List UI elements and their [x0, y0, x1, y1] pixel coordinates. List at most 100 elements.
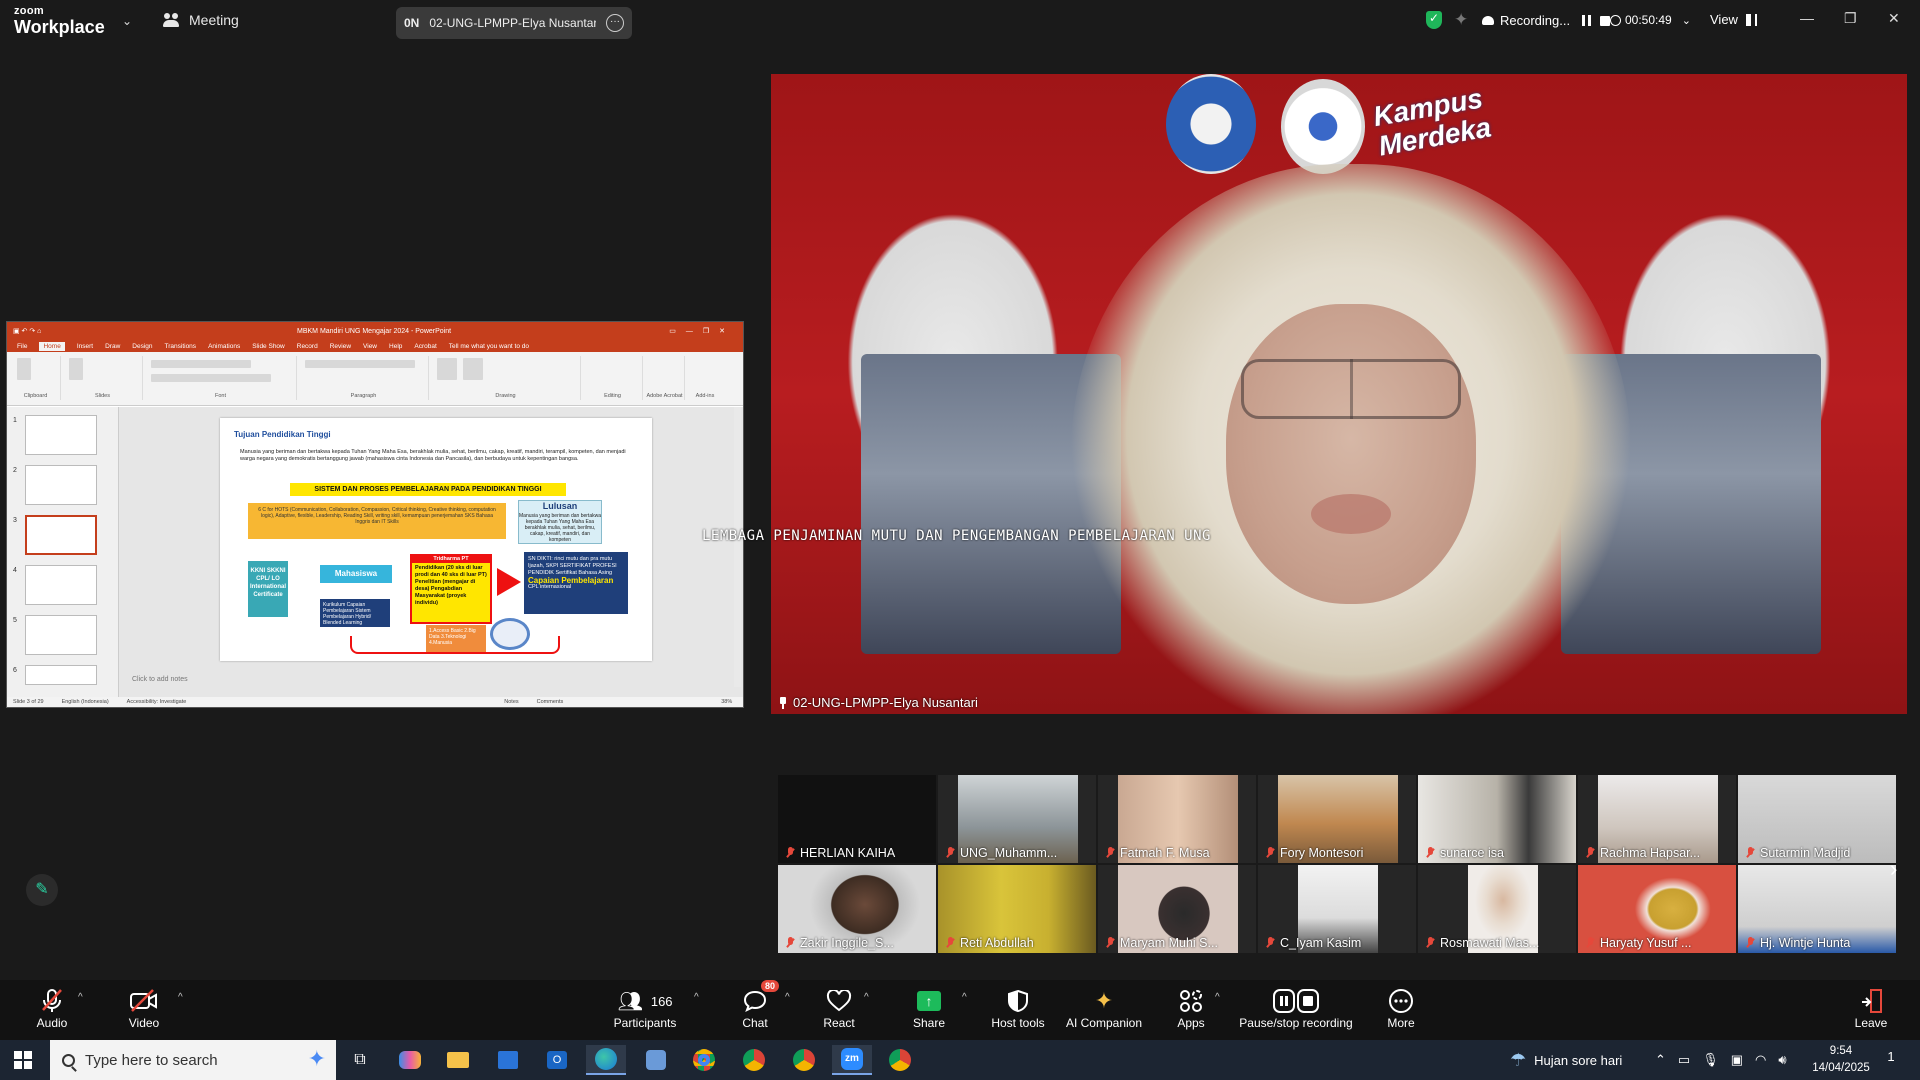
windows-start-icon[interactable] — [14, 1051, 32, 1069]
comments-toggle[interactable]: Comments — [537, 699, 564, 705]
chrome-profile-icon[interactable] — [734, 1045, 774, 1075]
apps-options-caret-icon[interactable]: ^ — [1215, 992, 1220, 1003]
zoom-app-icon[interactable]: zm — [832, 1045, 872, 1075]
ppt-tab-draw[interactable]: Draw — [105, 343, 120, 350]
slide-thumbnail[interactable] — [25, 465, 97, 505]
ppt-tab-help[interactable]: Help — [389, 343, 402, 350]
new-slide-icon[interactable] — [69, 358, 83, 380]
participant-tile[interactable]: C_Iyam Kasim — [1258, 865, 1416, 953]
notes-toggle[interactable]: Notes — [504, 699, 518, 705]
shapes-icon[interactable] — [437, 358, 457, 380]
participant-tile[interactable]: Maryam Muhi S... — [1098, 865, 1256, 953]
copilot-app-icon[interactable] — [390, 1045, 430, 1075]
slide-thumbnail[interactable] — [25, 665, 97, 685]
participant-tile[interactable]: Reti Abdullah — [938, 865, 1096, 953]
annotate-pen-icon[interactable]: ✎ — [26, 874, 58, 906]
meeting-timer[interactable]: 00:50:49 ⌄ — [1610, 13, 1691, 27]
participant-tile[interactable]: Fory Montesori — [1258, 775, 1416, 863]
restore-button[interactable]: ❐ — [1844, 10, 1857, 27]
zoom-workplace-logo[interactable]: zoom Workplace — [14, 6, 105, 37]
chrome-icon[interactable] — [684, 1045, 724, 1075]
paragraph-buttons[interactable] — [305, 360, 415, 368]
participant-tile[interactable]: Fatmah F. Musa — [1098, 775, 1256, 863]
taskbar-search-box[interactable]: Type here to search ✦ — [50, 1040, 336, 1080]
chevron-down-icon[interactable]: ⌄ — [122, 14, 132, 28]
participant-tile[interactable]: Rachma Hapsar... — [1578, 775, 1736, 863]
wifi-icon[interactable]: ◠ — [1755, 1052, 1766, 1068]
participants-button[interactable]: 👥︎ 166 Participants — [597, 986, 693, 1031]
host-tools-button[interactable]: Host tools — [970, 986, 1066, 1030]
ppt-tab-review[interactable]: Review — [330, 343, 351, 350]
ai-companion-button[interactable]: ✦ AI Companion — [1056, 986, 1152, 1030]
ppt-tab-home[interactable]: Home — [39, 341, 65, 351]
ppt-tab-animations[interactable]: Animations — [208, 343, 240, 350]
task-view-icon[interactable]: ⧉ — [340, 1045, 380, 1075]
participants-options-caret-icon[interactable]: ^ — [694, 992, 699, 1003]
ppt-tab-record[interactable]: Record — [297, 343, 318, 350]
app-pin-icon[interactable] — [636, 1045, 676, 1075]
notification-center-icon[interactable]: 1 — [1880, 1049, 1902, 1071]
active-speaker-pill[interactable]: 0N 02-UNG-LPMPP-Elya Nusantari's ··· — [396, 7, 632, 39]
more-button[interactable]: More — [1353, 986, 1449, 1030]
ppt-tab-acrobat[interactable]: Acrobat — [414, 343, 436, 350]
font-format-buttons[interactable] — [151, 374, 271, 382]
view-button[interactable]: View — [1710, 12, 1757, 27]
zoom-level[interactable]: 38% — [721, 699, 732, 705]
slide-thumbnail[interactable] — [25, 615, 97, 655]
slide-thumbnail-selected[interactable] — [25, 515, 97, 555]
pause-recording-icon[interactable] — [1582, 15, 1592, 26]
ppt-tab-transitions[interactable]: Transitions — [165, 343, 197, 350]
react-button[interactable]: React — [791, 986, 887, 1030]
ai-sparkle-icon[interactable]: ✦ — [1454, 10, 1468, 30]
react-options-caret-icon[interactable]: ^ — [864, 992, 869, 1003]
slide-thumbnail[interactable] — [25, 415, 97, 455]
current-slide[interactable]: Tujuan Pendidikan Tinggi Manusia yang be… — [220, 418, 652, 661]
store-icon[interactable] — [488, 1045, 528, 1075]
apps-button[interactable]: Apps — [1143, 986, 1239, 1030]
ppt-tab-slideshow[interactable]: Slide Show — [252, 343, 285, 350]
leave-button[interactable]: Leave — [1846, 986, 1896, 1030]
accessibility-status[interactable]: Accessibility: Investigate — [127, 699, 187, 705]
pause-stop-recording-button[interactable]: Pause/stop recording — [1238, 986, 1354, 1030]
participant-tile[interactable]: Haryaty Yusuf ... — [1578, 865, 1736, 953]
notes-placeholder[interactable]: Click to add notes — [132, 676, 188, 683]
paste-icon[interactable] — [17, 358, 31, 380]
edge-browser-icon[interactable] — [586, 1045, 626, 1075]
video-options-caret-icon[interactable]: ^ — [178, 992, 183, 1003]
chat-options-caret-icon[interactable]: ^ — [785, 992, 790, 1003]
main-speaker-video[interactable]: Kampus Merdeka 02-UNG-LPMPP-Elya Nusanta… — [771, 74, 1907, 714]
share-options-caret-icon[interactable]: ^ — [962, 992, 967, 1003]
more-options-icon[interactable]: ··· — [606, 14, 624, 32]
participant-tile[interactable]: HERLIAN KAIHA — [778, 775, 936, 863]
ppt-tab-file[interactable]: File — [17, 343, 27, 350]
audio-button[interactable]: Audio — [4, 986, 100, 1030]
chrome-profile-icon[interactable] — [784, 1045, 824, 1075]
ppt-scrollbar[interactable] — [734, 407, 741, 687]
security-shield-icon[interactable] — [1426, 11, 1442, 29]
participant-tile[interactable]: sunarce isa — [1418, 775, 1576, 863]
tray-overflow-chevron-icon[interactable]: ⌃ — [1655, 1052, 1666, 1068]
ppt-tell-me[interactable]: Tell me what you want to do — [449, 343, 529, 350]
slide-thumbnail[interactable] — [25, 565, 97, 605]
meet-now-icon[interactable]: ▭ — [1678, 1052, 1690, 1068]
display-icon[interactable]: ▣ — [1731, 1052, 1743, 1068]
arrange-icon[interactable] — [463, 358, 483, 380]
ppt-tab-design[interactable]: Design — [132, 343, 152, 350]
meeting-button[interactable]: Meeting — [163, 12, 239, 28]
gallery-next-arrow-icon[interactable]: › — [1890, 856, 1897, 882]
stop-recording-icon[interactable] — [1600, 15, 1611, 26]
chrome-icon[interactable] — [880, 1045, 920, 1075]
audio-options-caret-icon[interactable]: ^ — [78, 992, 83, 1003]
weather-widget[interactable]: ☂ Hujan sore hari — [1510, 1040, 1622, 1080]
minimize-button[interactable]: — — [1800, 10, 1814, 26]
font-name-box[interactable] — [151, 360, 251, 368]
ppt-tab-view[interactable]: View — [363, 343, 377, 350]
close-button[interactable]: ✕ — [1888, 10, 1900, 27]
participant-tile[interactable]: Sutarmin Madjid — [1738, 775, 1896, 863]
ppt-tab-insert[interactable]: Insert — [77, 343, 93, 350]
participant-tile[interactable]: Zakir Inggile_S... — [778, 865, 936, 953]
microphone-icon[interactable]: 🎙︎ — [1702, 1052, 1719, 1068]
participant-tile[interactable]: UNG_Muhamm... — [938, 775, 1096, 863]
participant-tile[interactable]: Hj. Wintje Hunta — [1738, 865, 1896, 953]
volume-icon[interactable]: 🔊︎ — [1778, 1052, 1786, 1068]
